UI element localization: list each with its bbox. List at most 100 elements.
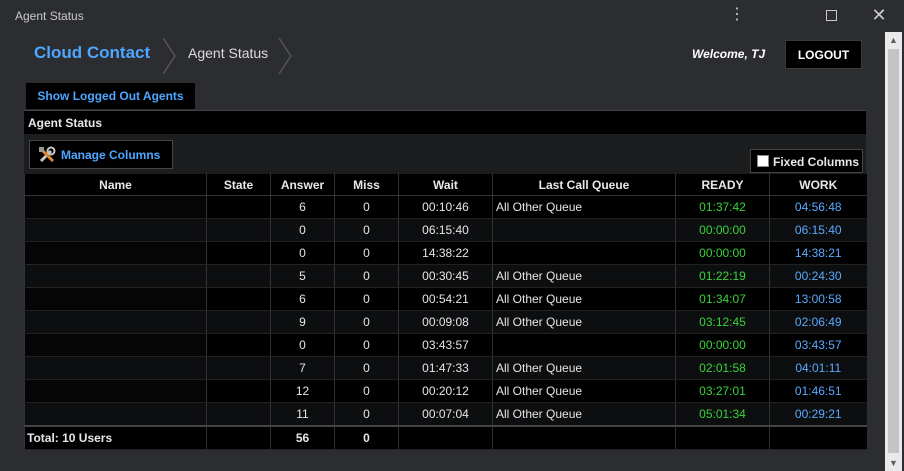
table-row[interactable]: 11 0 00:07:04 All Other Queue 05:01:34 00:29:…	[24, 402, 867, 427]
total-answer: 56	[270, 425, 335, 450]
fixed-columns-toggle[interactable]: Fixed Columns	[750, 149, 863, 173]
cell-state	[206, 402, 271, 427]
agent-status-table: Name State Answer Miss Wait Last Call Qu…	[24, 174, 867, 450]
cell-ready: 00:00:00	[675, 241, 770, 265]
table-row[interactable]: 6 0 00:10:46 All Other Queue 01:37:42 04:56:4…	[24, 195, 867, 219]
cell-miss: 0	[334, 356, 399, 380]
cell-miss: 0	[334, 264, 399, 288]
column-header-work[interactable]: WORK	[769, 174, 867, 196]
table-row[interactable]: 0 0 06:15:40 00:00:00 06:15:40	[24, 218, 867, 242]
cell-queue	[492, 218, 676, 242]
cell-miss: 0	[334, 241, 399, 265]
table-row[interactable]: 0 0 03:43:57 00:00:00 03:43:57	[24, 333, 867, 357]
table-row[interactable]: 5 0 00:30:45 All Other Queue 01:22:19 00:24:3…	[24, 264, 867, 288]
column-header-state[interactable]: State	[206, 174, 271, 196]
cell-wait: 03:43:57	[398, 333, 493, 357]
cell-ready: 00:00:00	[675, 218, 770, 242]
panel-title: Agent Status	[28, 116, 103, 130]
cell-answer: 0	[270, 333, 335, 357]
fixed-columns-checkbox[interactable]	[757, 155, 769, 167]
cell-answer: 9	[270, 310, 335, 334]
column-header-answer[interactable]: Answer	[270, 174, 335, 196]
show-logged-out-agents-tab[interactable]: Show Logged Out Agents	[26, 83, 195, 109]
cell-work: 14:38:21	[769, 241, 867, 265]
total-label: Total: 10 Users	[24, 425, 207, 450]
cell-answer: 7	[270, 356, 335, 380]
cell-name	[24, 333, 207, 357]
cell-state	[206, 310, 271, 334]
cell-queue: All Other Queue	[492, 195, 676, 219]
toolbar: Manage Columns Fixed Columns	[24, 134, 866, 174]
manage-columns-label: Manage Columns	[61, 148, 161, 162]
cell-ready: 01:22:19	[675, 264, 770, 288]
logout-button[interactable]: LOGOUT	[785, 40, 862, 69]
cell-queue: All Other Queue	[492, 356, 676, 380]
column-header-ready[interactable]: READY	[675, 174, 770, 196]
vertical-scrollbar[interactable]: ▲ ▼	[885, 32, 902, 471]
manage-columns-button[interactable]: Manage Columns	[29, 140, 173, 169]
cell-work: 00:29:21	[769, 402, 867, 427]
cell-queue: All Other Queue	[492, 379, 676, 403]
table-row[interactable]: 7 0 01:47:33 All Other Queue 02:01:58 04:01:1…	[24, 356, 867, 380]
app-content: Cloud Contact Agent Status Welcome, TJ L…	[24, 32, 884, 471]
table-row[interactable]: 6 0 00:54:21 All Other Queue 01:34:07 13:00:5…	[24, 287, 867, 311]
cell-state	[206, 264, 271, 288]
cell-miss: 0	[334, 333, 399, 357]
cell-miss: 0	[334, 287, 399, 311]
cell-answer: 6	[270, 287, 335, 311]
cell-queue: All Other Queue	[492, 287, 676, 311]
cell-miss: 0	[334, 402, 399, 427]
cell-queue: All Other Queue	[492, 402, 676, 427]
cell-answer: 5	[270, 264, 335, 288]
breadcrumb-current[interactable]: Agent Status	[188, 45, 268, 61]
cell-work: 04:01:11	[769, 356, 867, 380]
cell-name	[24, 379, 207, 403]
total-queue	[492, 425, 676, 450]
cell-name	[24, 241, 207, 265]
table-row[interactable]: 12 0 00:20:12 All Other Queue 03:27:01 01:46:…	[24, 379, 867, 403]
more-vertical-icon[interactable]: ⋮	[722, 4, 752, 26]
scroll-down-icon[interactable]: ▼	[885, 455, 902, 471]
cell-state	[206, 218, 271, 242]
cell-answer: 0	[270, 218, 335, 242]
scroll-up-icon[interactable]: ▲	[885, 32, 902, 48]
cell-ready: 00:00:00	[675, 333, 770, 357]
table-row[interactable]: 9 0 00:09:08 All Other Queue 03:12:45 02:06:4…	[24, 310, 867, 334]
welcome-text: Welcome, TJ	[692, 47, 766, 61]
cell-wait: 00:54:21	[398, 287, 493, 311]
cell-miss: 0	[334, 195, 399, 219]
cell-queue	[492, 333, 676, 357]
column-header-wait[interactable]: Wait	[398, 174, 493, 196]
cell-answer: 0	[270, 241, 335, 265]
cell-wait: 00:10:46	[398, 195, 493, 219]
tools-icon	[39, 146, 56, 163]
maximize-icon[interactable]	[816, 4, 846, 26]
cell-state	[206, 356, 271, 380]
cell-ready: 05:01:34	[675, 402, 770, 427]
cell-state	[206, 379, 271, 403]
total-miss: 0	[334, 425, 399, 450]
cell-wait: 14:38:22	[398, 241, 493, 265]
brand-logo[interactable]: Cloud Contact	[34, 43, 150, 63]
cell-queue: All Other Queue	[492, 264, 676, 288]
table-row[interactable]: 0 0 14:38:22 00:00:00 14:38:21	[24, 241, 867, 265]
cell-work: 13:00:58	[769, 287, 867, 311]
tab-bar: Show Logged Out Agents	[24, 83, 866, 109]
scroll-thumb[interactable]	[888, 49, 899, 453]
cell-work: 02:06:49	[769, 310, 867, 334]
cell-name	[24, 195, 207, 219]
fixed-columns-label: Fixed Columns	[773, 155, 860, 169]
cell-name	[24, 218, 207, 242]
cell-answer: 6	[270, 195, 335, 219]
column-header-name[interactable]: Name	[24, 174, 207, 196]
cell-name	[24, 356, 207, 380]
close-icon[interactable]: ✕	[864, 4, 894, 26]
cell-miss: 0	[334, 379, 399, 403]
cell-name	[24, 310, 207, 334]
cell-state	[206, 195, 271, 219]
cell-name	[24, 402, 207, 427]
column-header-last-call-queue[interactable]: Last Call Queue	[492, 174, 676, 196]
column-header-miss[interactable]: Miss	[334, 174, 399, 196]
cell-wait: 06:15:40	[398, 218, 493, 242]
breadcrumb-separator-icon	[278, 38, 292, 74]
